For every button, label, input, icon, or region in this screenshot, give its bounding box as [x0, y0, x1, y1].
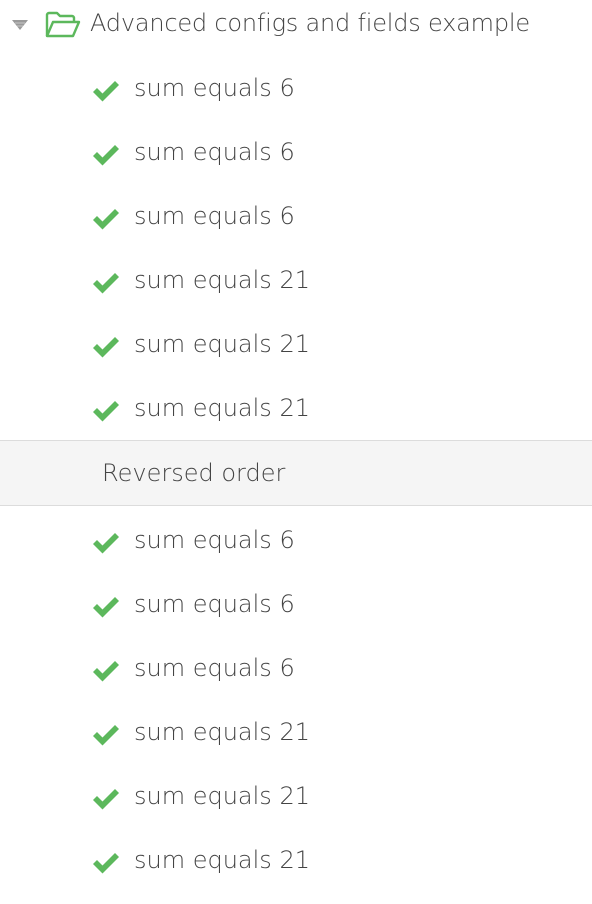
- suite-title[interactable]: Advanced configs and fields example: [90, 9, 530, 37]
- test-row[interactable]: sum equals 6: [0, 573, 592, 637]
- check-icon: [91, 271, 121, 295]
- suite-header[interactable]: Advanced configs and fields example: [0, 0, 592, 50]
- check-icon: [91, 531, 121, 555]
- test-label: sum equals 21: [134, 330, 310, 358]
- check-icon: [91, 659, 121, 683]
- test-row[interactable]: sum equals 6: [0, 57, 592, 121]
- test-label: sum equals 6: [134, 654, 295, 682]
- check-icon: [91, 723, 121, 747]
- test-label: sum equals 6: [134, 526, 295, 554]
- folder-open-icon: [45, 11, 81, 39]
- test-label: sum equals 6: [134, 138, 295, 166]
- section-header: Reversed order: [0, 440, 592, 506]
- test-label: sum equals 21: [134, 782, 310, 810]
- test-row[interactable]: sum equals 6: [0, 637, 592, 701]
- check-icon: [91, 143, 121, 167]
- test-row[interactable]: sum equals 21: [0, 701, 592, 765]
- test-label: sum equals 21: [134, 394, 310, 422]
- check-icon: [91, 595, 121, 619]
- test-row[interactable]: sum equals 21: [0, 249, 592, 313]
- test-row[interactable]: sum equals 21: [0, 765, 592, 829]
- test-label: sum equals 21: [134, 718, 310, 746]
- test-row[interactable]: sum equals 21: [0, 313, 592, 377]
- test-list: sum equals 6 sum equals 6 sum equals 6 sum …: [0, 509, 592, 893]
- test-row[interactable]: sum equals 21: [0, 829, 592, 893]
- test-label: sum equals 6: [134, 74, 295, 102]
- check-icon: [91, 79, 121, 103]
- test-row[interactable]: sum equals 6: [0, 121, 592, 185]
- test-label: sum equals 21: [134, 846, 310, 874]
- section-title: Reversed order: [102, 459, 286, 487]
- test-label: sum equals 6: [134, 202, 295, 230]
- test-row[interactable]: sum equals 6: [0, 509, 592, 573]
- test-label: sum equals 21: [134, 266, 310, 294]
- check-icon: [91, 787, 121, 811]
- check-icon: [91, 207, 121, 231]
- triangle-down-icon[interactable]: [11, 18, 29, 32]
- check-icon: [91, 335, 121, 359]
- check-icon: [91, 851, 121, 875]
- test-label: sum equals 6: [134, 590, 295, 618]
- test-row[interactable]: sum equals 6: [0, 185, 592, 249]
- check-icon: [91, 399, 121, 423]
- test-list: sum equals 6 sum equals 6 sum equals 6 sum …: [0, 57, 592, 441]
- test-row[interactable]: sum equals 21: [0, 377, 592, 441]
